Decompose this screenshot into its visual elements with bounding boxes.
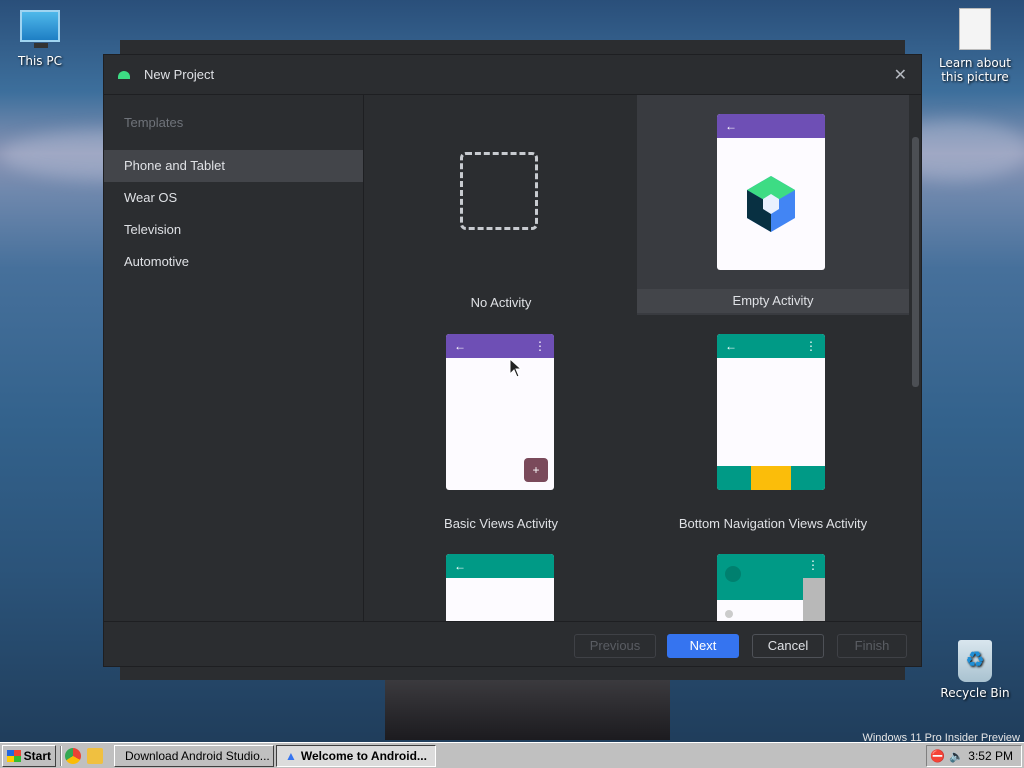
windows-logo-icon (7, 749, 21, 762)
preview-appbar: ← ⋮ (446, 334, 554, 358)
android-icon (118, 70, 130, 79)
cancel-button[interactable]: Cancel (752, 634, 824, 658)
template-basic-views-activity[interactable]: ← ⋮ + Basic Views Activity (365, 315, 637, 535)
system-tray: ⛔ 🔈 3:52 PM (926, 745, 1022, 767)
preview-appbar: ← ⋮ (717, 334, 825, 358)
android-studio-icon: ▲ (285, 748, 297, 763)
file-icon (959, 8, 991, 50)
sidebar-header: Templates (124, 115, 184, 130)
dialog-title: New Project (144, 67, 215, 82)
back-arrow-icon: ← (454, 559, 466, 573)
wallpaper-pier (385, 680, 670, 740)
sidebar-item-wear-os[interactable]: Wear OS (104, 182, 363, 214)
partial-preview: ← (446, 554, 554, 621)
sidebar-item-automotive[interactable]: Automotive (104, 246, 363, 278)
back-arrow-icon: ← (454, 339, 466, 353)
preview-bottom-nav (717, 466, 825, 490)
mouse-cursor-icon (509, 358, 523, 378)
template-no-activity[interactable]: No Activity (365, 95, 637, 315)
volume-icon[interactable]: 🔈 (949, 749, 964, 763)
folder-quicklaunch-icon[interactable] (87, 747, 103, 764)
bottom-nav-preview: ← ⋮ (717, 334, 825, 490)
empty-activity-preview: ← (717, 114, 825, 270)
back-arrow-icon: ← (725, 339, 737, 353)
template-label: Basic Views Activity (444, 516, 558, 531)
template-partial-right[interactable]: ⋮ (637, 535, 909, 621)
task-label: Download Android Studio... (125, 748, 270, 763)
task-welcome-android[interactable]: ▲ Welcome to Android... (276, 744, 436, 767)
taskbar: Start Download Android Studio... ▲ Welco… (0, 742, 1024, 768)
sidebar-item-television[interactable]: Television (104, 214, 363, 246)
template-label: No Activity (470, 295, 532, 310)
start-label: Start (23, 748, 51, 763)
template-label: Empty Activity (637, 289, 909, 313)
fab-plus-icon: + (524, 458, 548, 482)
desktop-icon-label: Recycle Bin (940, 686, 1010, 700)
template-label: Bottom Navigation Views Activity (678, 516, 868, 531)
gallery-scrollbar[interactable] (912, 137, 919, 387)
previous-button[interactable]: Previous (574, 634, 656, 658)
template-bottom-navigation-activity[interactable]: ← ⋮ Bottom Navigation Views Activity (637, 315, 909, 535)
chrome-quicklaunch-icon[interactable] (65, 747, 81, 764)
more-vert-icon: ⋮ (805, 339, 817, 353)
basic-views-preview: ← ⋮ + (446, 334, 554, 490)
desktop-icon-label: This PC (18, 54, 62, 68)
recycle-bin-icon: ♻ (958, 640, 992, 682)
computer-icon (20, 10, 60, 48)
template-partial-left[interactable]: ← (365, 535, 637, 621)
template-sidebar: Templates Phone and Tablet Wear OS Telev… (104, 95, 364, 621)
next-button[interactable]: Next (667, 634, 739, 658)
dialog-titlebar[interactable]: New Project ✕ (104, 55, 921, 95)
close-icon[interactable]: ✕ (894, 65, 907, 85)
empty-placeholder-icon (460, 152, 538, 230)
more-vert-icon: ⋮ (807, 558, 819, 572)
desktop-icon-label: Learn about this picture (939, 56, 1011, 84)
task-label: Welcome to Android... (300, 748, 427, 763)
compose-logo-icon (747, 176, 795, 232)
partial-preview: ⋮ (717, 554, 825, 621)
desktop-icon-this-pc[interactable]: This PC (0, 10, 80, 68)
desktop-icon-recycle-bin[interactable]: ♻ Recycle Bin (935, 640, 1015, 700)
network-icon[interactable]: ⛔ (930, 749, 945, 763)
back-arrow-icon: ← (725, 119, 737, 133)
task-download-android-studio[interactable]: Download Android Studio... (114, 744, 274, 767)
template-gallery: No Activity ← Empty Activity ← ⋮ + Basic… (365, 95, 921, 621)
more-vert-icon: ⋮ (534, 339, 546, 353)
start-button[interactable]: Start (2, 744, 56, 767)
desktop-icon-learn-picture[interactable]: Learn about this picture (935, 8, 1015, 84)
dialog-footer: Previous Next Cancel Finish (104, 621, 921, 667)
clock[interactable]: 3:52 PM (968, 749, 1013, 763)
sidebar-item-phone-tablet[interactable]: Phone and Tablet (104, 150, 363, 182)
preview-appbar: ← (717, 114, 825, 138)
preview-appbar: ← (446, 554, 554, 578)
template-empty-activity[interactable]: ← Empty Activity (637, 95, 909, 315)
finish-button[interactable]: Finish (837, 634, 907, 658)
